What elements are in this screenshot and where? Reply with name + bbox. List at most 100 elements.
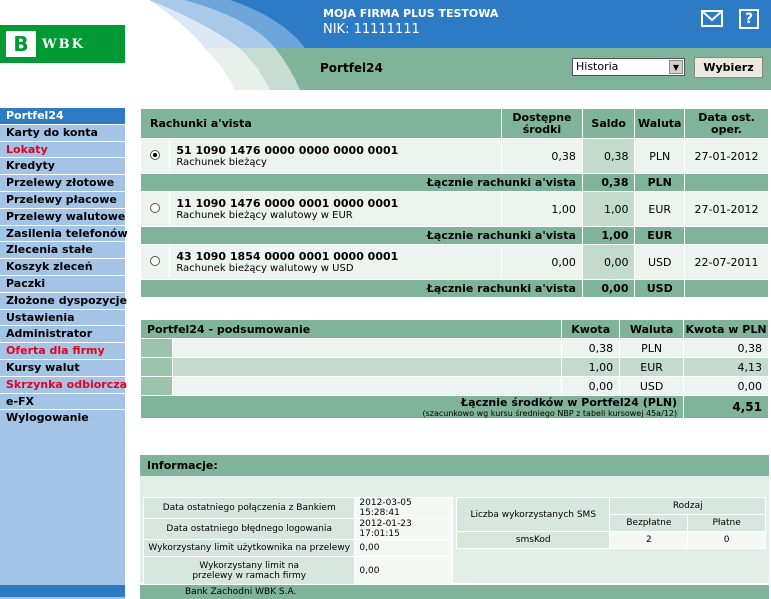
table-row: Liczba wykorzystanych SMS Rodzaj [455,497,766,532]
sms-info-table: Liczba wykorzystanych SMS Rodzaj Bezpłat… [455,497,766,549]
sidebar-item-standing-orders[interactable]: Zlecenia stałe [0,242,125,260]
history-select-value: Historia [576,60,619,73]
table-row: Wykorzystany limit użytkownika na przele… [142,539,453,557]
account-radio[interactable] [150,149,161,160]
sidebar-item-efx[interactable]: e-FX [0,394,125,411]
account-number: 51 1090 1476 0000 0000 0000 0001 [176,144,399,157]
summary-amount: 0,00 [561,376,621,396]
summary-amount-pln: 0,00 [683,376,769,396]
summary-total-note: (szacunkowo wg kursu średniego NBP z tab… [422,409,678,418]
sidebar-item-inbox[interactable]: Skrzynka odbiorcza [0,377,127,394]
sidebar-item-pln-transfers[interactable]: Przelewy złotowe [0,175,125,192]
subtotal-currency: EUR [634,226,686,245]
summary-amount-pln: 4,13 [683,357,769,377]
sidebar-item-order-basket[interactable]: Koszyk zleceń [0,259,125,276]
last-operation-date: 27-01-2012 [684,191,769,227]
history-select[interactable]: Historia ▼ [572,58,685,76]
sms-type: smsKod [455,531,611,549]
sidebar-item-company-offer[interactable]: Oferta dla firmy [0,343,125,360]
footer-bank-name: Bank Zachodni WBK S.A. [140,585,769,599]
balance: 1,00 [581,191,636,227]
sidebar-item-exchange-rates[interactable]: Kursy walut [0,360,125,377]
logo-text: WBK [42,36,85,52]
last-login-value: 2012-03-05 15:28:41 [354,497,453,519]
summary-currency: PLN [619,338,685,358]
account-radio[interactable] [150,202,161,213]
sidebar-menu: Portfel24 Karty do konta Lokaty Kredyty … [0,108,128,599]
sidebar-bottom-bar [0,585,125,597]
account-number: 43 1090 1854 0000 0001 0000 0001 [176,250,399,263]
table-row: Data ostatniego połączenia z Bankiem 201… [142,497,453,519]
col-header-account: Rachunki a'vista [140,108,502,139]
col-header-currency: Waluta [634,108,686,139]
page-titlebar: Portfel24 Historia ▼ Wybierz [125,48,771,90]
available-funds: 0,38 [501,138,583,174]
accounts-table: Rachunki a'vista Dostępne środki Saldo W… [139,108,769,298]
table-row[interactable]: 43 1090 1854 0000 0001 0000 0001 Rachune… [139,244,769,280]
summary-amount: 0,38 [561,338,621,358]
logo-mark-icon: B [6,31,36,57]
col-header-summary-currency: Waluta [619,319,685,339]
sidebar-item-deposits[interactable]: Lokaty [0,142,125,159]
sidebar-item-portfel24[interactable]: Portfel24 [0,108,125,125]
chevron-down-icon[interactable]: ▼ [669,60,683,74]
sidebar-item-credits[interactable]: Kredyty [0,158,125,176]
last-failed-login-label: Data ostatniego błędnego logowania [142,518,356,540]
user-limit-value: 0,00 [354,539,453,557]
currency: EUR [634,191,686,227]
page-title: Portfel24 [320,61,383,75]
last-failed-login-value: 2012-01-23 17:01:15 [354,518,453,540]
available-funds: 1,00 [501,191,583,227]
sidebar-item-submitted-orders[interactable]: Złożone dyspozycje [0,293,127,310]
sms-count-label: Liczba wykorzystanych SMS [455,497,611,532]
col-header-amount-pln: Kwota w PLN [683,319,769,339]
bank-logo: B WBK [0,25,125,63]
last-operation-date: 22-07-2011 [684,244,769,280]
account-number: 11 1090 1476 0000 0001 0000 0001 [176,197,399,210]
table-row[interactable]: 51 1090 1476 0000 0000 0000 0001 Rachune… [139,138,769,174]
subtotal-row: Łącznie rachunki a'vista 0,38 PLN [140,173,769,192]
sidebar-item-cards[interactable]: Karty do konta [0,125,125,142]
col-header-amount: Kwota [561,319,621,339]
table-row: smsKod 2 0 [455,531,766,549]
sidebar-item-phone-topups[interactable]: Zasilenia telefonów [0,226,128,243]
subtotal-currency: USD [634,279,686,298]
balance: 0,38 [581,138,636,174]
firm-nik: NIK: 11111111 [323,22,420,37]
sidebar-item-packages[interactable]: Paczki [0,276,125,293]
sidebar-item-logout[interactable]: Wylogowanie [0,410,125,427]
subtotal-label: Łącznie rachunki a'vista [140,226,583,245]
info-title: Informacje: [140,455,769,476]
summary-amount-pln: 0,38 [683,338,769,358]
account-radio[interactable] [150,255,161,266]
subtotal-value: 0,00 [581,279,636,298]
choose-button[interactable]: Wybierz [694,57,763,78]
subtotal-row: Łącznie rachunki a'vista 0,00 USD [140,279,769,298]
mail-icon[interactable] [701,10,723,27]
summary-currency: EUR [619,357,685,377]
table-row: Data ostatniego błędnego logowania 2012-… [142,518,453,540]
summary-title: Portfel24 - podsumowanie [139,319,563,339]
table-row: 0,00 USD 0,00 [140,376,769,396]
summary-total-row: Łącznie środków w Portfel24 (PLN) (szacu… [139,395,769,419]
sidebar-item-payroll-transfers[interactable]: Przelewy płacowe [0,192,125,209]
summary-amount: 1,00 [561,357,621,377]
subtotal-label: Łącznie rachunki a'vista [140,279,583,298]
help-icon[interactable]: ? [739,9,759,29]
account-description: Rachunek bieżący walutowy w EUR [176,210,353,221]
subtotal-value: 1,00 [581,226,636,245]
table-row: 0,38 PLN 0,38 [140,338,769,358]
col-header-last-op: Data ost. oper. [684,108,769,139]
sidebar-item-currency-transfers[interactable]: Przelewy walutowe [0,209,125,226]
table-row[interactable]: 11 1090 1476 0000 0001 0000 0001 Rachune… [139,191,769,227]
sidebar-item-administrator[interactable]: Administrator [0,326,125,344]
accounts-header-row: Rachunki a'vista Dostępne środki Saldo W… [140,108,769,139]
sms-free-count: 2 [609,531,689,549]
sms-free-label: Bezpłatne [609,514,689,532]
available-funds: 0,00 [501,244,583,280]
summary-currency: USD [619,376,685,396]
summary-header-row: Portfel24 - podsumowanie Kwota Waluta Kw… [139,319,769,339]
subtotal-row: Łącznie rachunki a'vista 1,00 EUR [140,226,769,245]
table-row: 1,00 EUR 4,13 [140,357,769,377]
sidebar-item-settings[interactable]: Ustawienia [0,310,125,327]
